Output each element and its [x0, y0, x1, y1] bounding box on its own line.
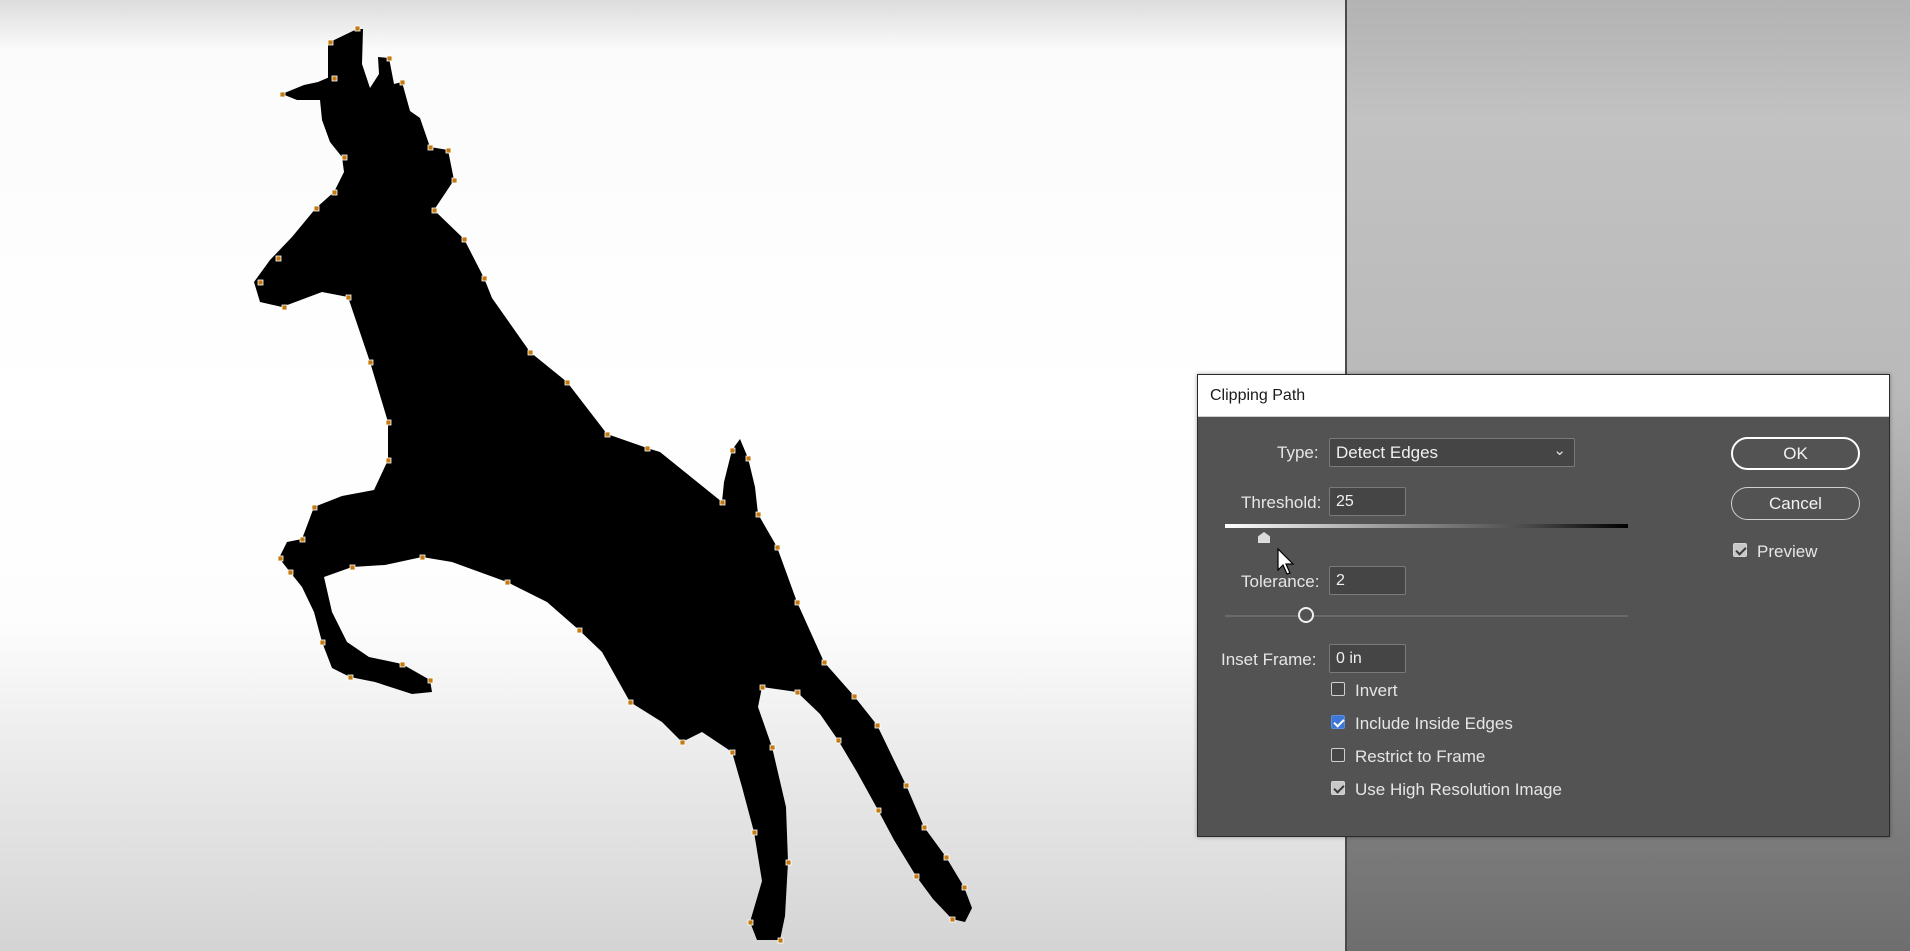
- threshold-label: Threshold:: [1241, 493, 1322, 512]
- threshold-input[interactable]: 25: [1329, 487, 1406, 516]
- type-label: Type:: [1277, 443, 1319, 462]
- threshold-slider-track[interactable]: [1225, 524, 1628, 528]
- type-dropdown[interactable]: Detect Edges ⌄: [1329, 438, 1575, 467]
- include-inside-edges-label[interactable]: Include Inside Edges: [1355, 714, 1513, 734]
- preview-checkbox[interactable]: [1733, 543, 1747, 557]
- restrict-to-frame-label[interactable]: Restrict to Frame: [1355, 747, 1485, 767]
- inset-frame-input[interactable]: 0 in: [1329, 644, 1406, 673]
- tolerance-input[interactable]: 2: [1329, 566, 1406, 595]
- ok-button[interactable]: OK: [1731, 437, 1860, 470]
- inset-frame-label: Inset Frame:: [1221, 650, 1317, 669]
- restrict-to-frame-checkbox[interactable]: [1331, 748, 1345, 762]
- chevron-down-icon: ⌄: [1553, 442, 1566, 459]
- dialog-titlebar[interactable]: Clipping Path: [1198, 375, 1889, 417]
- deer-image-frame[interactable]: [0, 0, 1345, 951]
- deer-silhouette: [254, 29, 972, 940]
- invert-checkbox[interactable]: [1331, 682, 1345, 696]
- tolerance-slider-thumb[interactable]: [1298, 607, 1314, 623]
- preview-label[interactable]: Preview: [1757, 542, 1817, 562]
- clipping-path-dialog: Clipping Path Type: Detect Edges ⌄ Thres…: [1197, 374, 1890, 837]
- cancel-button[interactable]: Cancel: [1731, 487, 1860, 520]
- type-value: Detect Edges: [1336, 443, 1439, 462]
- include-inside-edges-checkbox[interactable]: [1331, 715, 1345, 729]
- tolerance-slider-track[interactable]: [1225, 615, 1628, 617]
- use-high-resolution-image-label[interactable]: Use High Resolution Image: [1355, 780, 1562, 800]
- mouse-pointer-icon: [1277, 548, 1295, 575]
- dialog-title: Clipping Path: [1210, 387, 1306, 404]
- threshold-slider-thumb[interactable]: [1258, 532, 1270, 543]
- use-high-resolution-image-checkbox[interactable]: [1331, 781, 1345, 795]
- invert-label[interactable]: Invert: [1355, 681, 1398, 701]
